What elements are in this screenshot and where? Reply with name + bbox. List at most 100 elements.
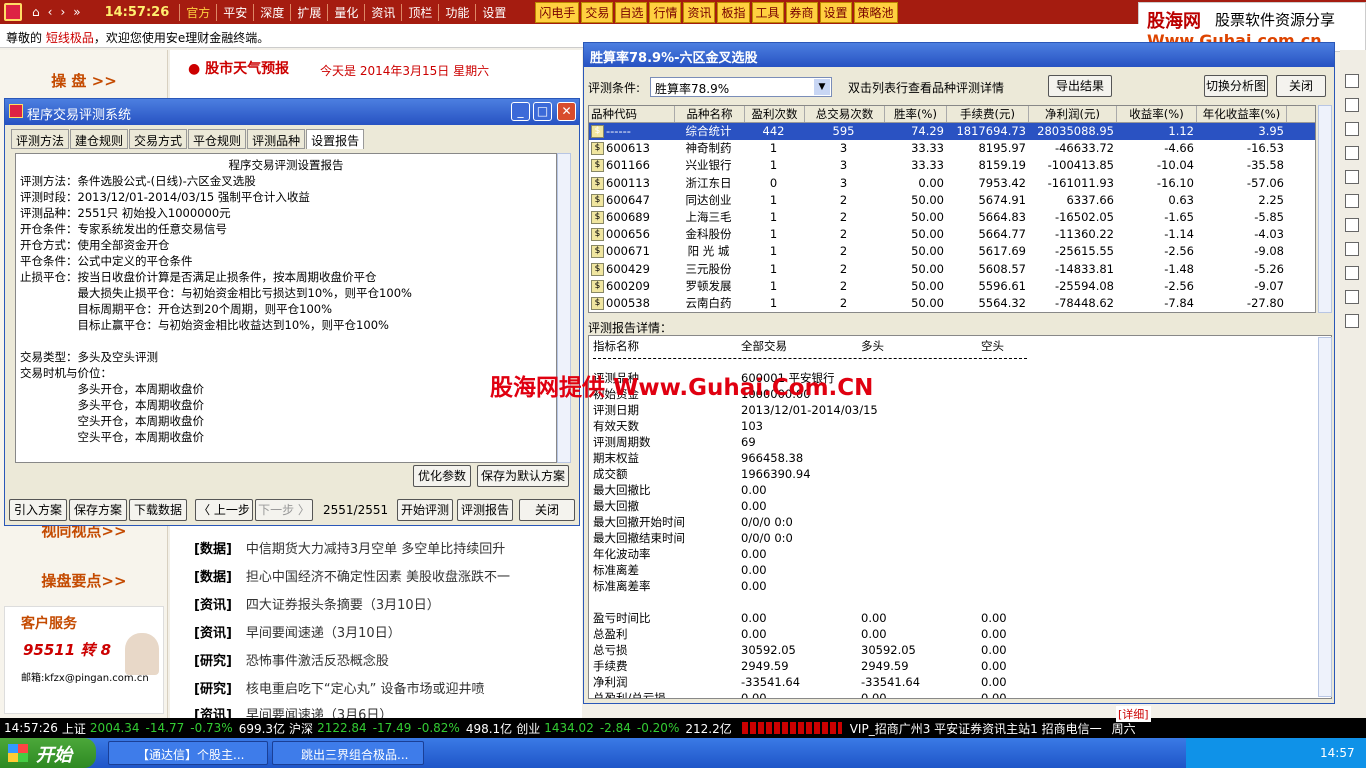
tab-eval-stocks[interactable]: 评测品种: [247, 129, 306, 149]
close-button[interactable]: ✕: [557, 102, 576, 121]
table-row[interactable]: $600647 同达创业 1 2 50.00 5674.91 6337.66 0.63 2.25: [589, 192, 1315, 209]
taskbar-task-jipin[interactable]: 跳出三界组合极品...: [272, 741, 424, 765]
column-header[interactable]: 年化收益率(%): [1197, 106, 1287, 122]
btn-strategy-pool[interactable]: 策略池: [853, 1, 898, 23]
tab-method[interactable]: 评测方法: [11, 129, 70, 149]
toolbar-icon[interactable]: [1345, 194, 1359, 208]
tab-close-rules[interactable]: 平仓规则: [188, 129, 247, 149]
taskbar-task-tdx[interactable]: 【通达信】个股主...: [108, 741, 268, 765]
toolbar-icon[interactable]: [1345, 314, 1359, 328]
settings-report-text[interactable]: 程序交易评测设置报告 评测方法：条件选股公式-(日线)-六区金叉选股 评测时段：20…: [15, 153, 557, 463]
prev-step-button[interactable]: 〈 上一步: [195, 499, 253, 521]
toolbar-icon[interactable]: [1345, 290, 1359, 304]
menu-shendu[interactable]: 深度: [253, 3, 290, 21]
btn-trade[interactable]: 交易: [581, 1, 614, 23]
column-header[interactable]: 收益率(%): [1117, 106, 1197, 122]
eval-report-button[interactable]: 评测报告: [457, 499, 513, 521]
table-row[interactable]: $000538 云南白药 1 2 50.00 5564.32 -78448.62 -7.84 -…: [589, 295, 1315, 312]
table-cell: 442: [762, 124, 785, 138]
tab-open-rules[interactable]: 建仓规则: [70, 129, 129, 149]
column-header[interactable]: 品种名称: [675, 106, 745, 122]
win2-titlebar[interactable]: 胜算率78.9%-六区金叉选股: [584, 43, 1334, 67]
table-row[interactable]: $600429 三元股份 1 2 50.00 5608.57 -14833.81 -1.48 -…: [589, 261, 1315, 278]
minimize-button[interactable]: _: [511, 102, 530, 121]
left-item-caopan-yaodian[interactable]: 操盘要点>>: [0, 570, 168, 591]
import-plan-button[interactable]: 引入方案: [9, 499, 67, 521]
column-header[interactable]: 手续费(元): [947, 106, 1029, 122]
table-row[interactable]: $000656 金科股份 1 2 50.00 5664.77 -11360.22 -1.14 -…: [589, 226, 1315, 243]
news-item[interactable]: [资讯] 四大证券报头条摘要（3月10日）: [194, 594, 440, 613]
win2-close-button[interactable]: 关闭: [1276, 75, 1326, 97]
left-item-caopan[interactable]: 操 盘 >>: [0, 70, 168, 91]
menu-dinglan[interactable]: 顶栏: [401, 3, 438, 21]
tab-trade-mode[interactable]: 交易方式: [129, 129, 188, 149]
btn-watchlist[interactable]: 自选: [615, 1, 648, 23]
cond-select[interactable]: 胜算率78.9% ▼: [650, 77, 832, 97]
switch-chart-button[interactable]: 切换分析图: [1204, 75, 1268, 97]
win1-close-button[interactable]: 关闭: [519, 499, 575, 521]
table-row[interactable]: $ ------ 综合统计 442 595 74.29 1817694.73 28035088…: [589, 123, 1315, 141]
news-item[interactable]: [数据] 担心中国经济不确定性因素 美股收盘涨跌不一: [194, 566, 510, 585]
table-row[interactable]: $601166 兴业银行 1 3 33.33 8159.19 -100413.85 -10.0…: [589, 157, 1315, 174]
table-row[interactable]: $600689 上海三毛 1 2 50.00 5664.83 -16502.05 -1.65 -…: [589, 209, 1315, 226]
status-detail-link[interactable]: [详细]: [1116, 706, 1151, 722]
home-icon[interactable]: ⌂: [32, 5, 40, 19]
btn-broker[interactable]: 券商: [785, 1, 818, 23]
tab-settings-report[interactable]: 设置报告: [306, 129, 365, 149]
column-header[interactable]: 盈利次数: [745, 106, 805, 122]
news-item[interactable]: [研究] 核电重启吃下“定心丸” 设备市场或迎井喷: [194, 678, 485, 697]
details-scrollbar[interactable]: [1318, 337, 1332, 697]
toolbar-icon[interactable]: [1345, 170, 1359, 184]
column-header[interactable]: 品种代码: [589, 106, 675, 122]
toolbar-icon[interactable]: [1345, 98, 1359, 112]
toolbar-icon[interactable]: [1345, 242, 1359, 256]
toolbar-icon[interactable]: [1345, 122, 1359, 136]
chevron-down-icon[interactable]: ▼: [814, 79, 830, 95]
menu-guanfang[interactable]: 官方: [179, 3, 216, 21]
btn-news[interactable]: 资讯: [683, 1, 716, 23]
btn-settings[interactable]: 设置: [819, 1, 852, 23]
table-scrollbar[interactable]: [1318, 105, 1332, 313]
table-row[interactable]: $600209 罗顿发展 1 2 50.00 5596.61 -25594.08 -2.56 -…: [589, 278, 1315, 295]
save-plan-button[interactable]: 保存方案: [69, 499, 127, 521]
btn-tools[interactable]: 工具: [751, 1, 784, 23]
menu-shezhi[interactable]: 设置: [475, 3, 512, 21]
menu-lianghua[interactable]: 量化: [327, 3, 364, 21]
details-cell: 2949.59: [741, 659, 789, 673]
save-default-button[interactable]: 保存为默认方案: [477, 465, 569, 487]
table-row[interactable]: $600613 神奇制药 1 3 33.33 8195.97 -46633.72 -4.66 -…: [589, 140, 1315, 157]
table-row[interactable]: $600113 浙江东日 0 3 0.00 7953.42 -161011.93 -16.10…: [589, 175, 1315, 192]
toolbar-icon[interactable]: [1345, 266, 1359, 280]
weather-title[interactable]: ● 股市天气预报: [188, 58, 289, 78]
toolbar-icon[interactable]: [1345, 218, 1359, 232]
optimize-params-button[interactable]: 优化参数: [413, 465, 471, 487]
menu-gongneng[interactable]: 功能: [438, 3, 475, 21]
forward-icon[interactable]: ›: [60, 5, 65, 19]
export-results-button[interactable]: 导出结果: [1048, 75, 1112, 97]
next-step-button[interactable]: 下一步 〉: [255, 499, 313, 521]
toolbar-icon[interactable]: [1345, 146, 1359, 160]
maximize-button[interactable]: □: [533, 102, 552, 121]
win1-titlebar[interactable]: 程序交易评测系统 _ □ ✕: [5, 99, 579, 125]
download-data-button[interactable]: 下载数据: [129, 499, 187, 521]
menu-down-icon[interactable]: »: [73, 5, 80, 19]
table-cell: -46633.72: [1054, 141, 1114, 156]
back-icon[interactable]: ‹: [48, 5, 53, 19]
menu-pingan[interactable]: 平安: [216, 3, 253, 21]
news-item[interactable]: [数据] 中信期货大力减持3月空单 多空单比持续回升: [194, 538, 505, 557]
news-item[interactable]: [研究] 恐怖事件激活反恐概念股: [194, 650, 389, 669]
news-item[interactable]: [资讯] 早间要闻速递（3月10日）: [194, 622, 401, 641]
menu-kuozhan[interactable]: 扩展: [290, 3, 327, 21]
btn-quotes[interactable]: 行情: [649, 1, 682, 23]
btn-flash-trade[interactable]: 闪电手: [535, 1, 580, 23]
btn-index[interactable]: 板指: [717, 1, 750, 23]
column-header[interactable]: 净利润(元): [1029, 106, 1117, 122]
menu-zixun[interactable]: 资讯: [364, 3, 401, 21]
table-cell: 50.00: [911, 244, 944, 259]
start-eval-button[interactable]: 开始评测: [397, 499, 453, 521]
column-header[interactable]: 胜率(%): [885, 106, 947, 122]
column-header[interactable]: 总交易次数: [805, 106, 885, 122]
table-row[interactable]: $000671 阳 光 城 1 2 50.00 5617.69 -25615.55 -2.56…: [589, 243, 1315, 260]
report-scrollbar[interactable]: [557, 153, 571, 463]
toolbar-icon[interactable]: [1345, 74, 1359, 88]
